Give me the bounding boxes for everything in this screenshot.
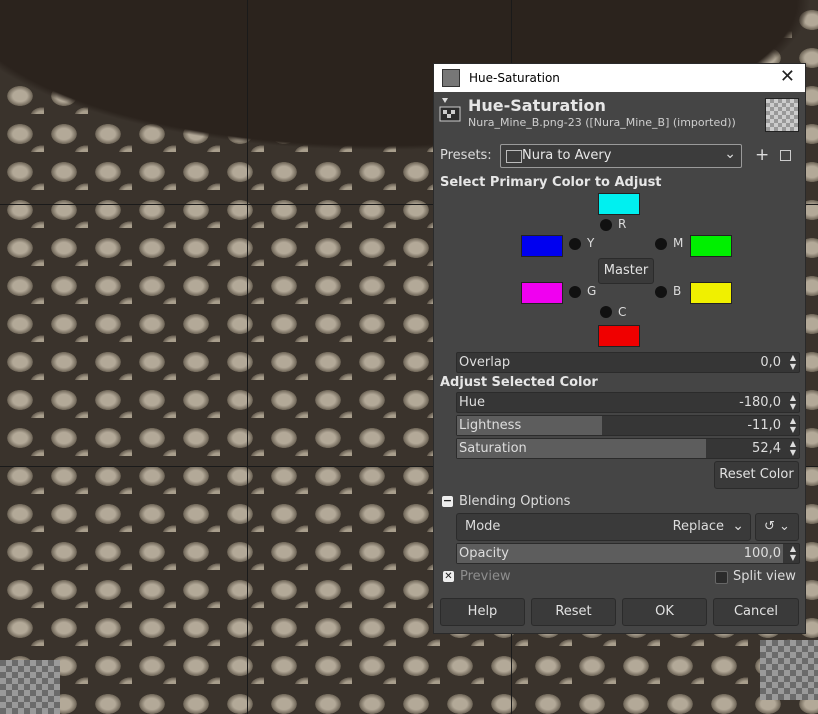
radio-y[interactable] [569,238,581,250]
spin-arrows-icon[interactable]: ▲ ▼ [790,544,796,562]
swatch-b[interactable] [690,282,732,304]
hue-saturation-dialog: Hue-Saturation ✕ Hue-Saturation Nura_Min… [433,63,806,634]
saturation-value: 52,4 [752,441,781,456]
chevron-down-icon: ⌄ [732,518,744,534]
opacity-label: Opacity [459,546,510,561]
reset-space-icon: ↺ ⌄ [764,519,790,534]
spin-arrows-icon[interactable]: ▲ ▼ [790,416,796,434]
radio-g[interactable] [569,286,581,298]
spin-arrows-icon[interactable]: ▲ ▼ [790,353,796,371]
swatch-g[interactable] [521,282,563,304]
label-g: G [587,284,597,298]
label-m: M [673,236,684,250]
presets-row: Presets: Nura to Avery ⌄ + [440,144,800,168]
presets-label: Presets: [440,148,492,163]
swatch-m[interactable] [690,235,732,257]
reset-color-button[interactable]: Reset Color [714,461,799,489]
master-button[interactable]: Master [598,258,654,284]
presets-menu-icon[interactable] [780,150,791,161]
split-view-label: Split view [733,569,796,584]
collapse-icon: − [442,494,453,507]
transparency-checker [0,660,60,714]
blending-options-label: Blending Options [459,494,571,509]
split-view-checkbox[interactable] [715,571,728,584]
presets-dropdown[interactable]: Nura to Avery ⌄ [500,144,742,168]
opacity-spinner[interactable]: Opacity 100,0 ▲ ▼ [456,543,800,564]
spin-arrows-icon[interactable]: ▲ ▼ [790,393,796,411]
hue-label: Hue [459,395,486,410]
gimp-app-icon [442,69,460,87]
radio-m[interactable] [655,238,667,250]
hue-saturation-tool-icon [439,98,461,122]
label-y: Y [587,236,595,250]
radio-r[interactable] [600,219,612,231]
saturation-spinner[interactable]: Saturation 52,4 ▲ ▼ [456,438,800,459]
close-icon[interactable]: ✕ [780,68,795,86]
window-title: Hue-Saturation [469,71,560,85]
swatch-y[interactable] [521,235,563,257]
title-bar[interactable]: Hue-Saturation ✕ [434,64,805,92]
preview-label: Preview [460,569,511,584]
label-r: R [618,217,627,231]
hue-spinner[interactable]: Hue -180,0 ▲ ▼ [456,392,800,413]
mode-dropdown[interactable]: Mode Replace ⌄ [456,513,751,541]
guide-line-vertical [247,0,248,714]
adjust-selected-heading: Adjust Selected Color [440,375,598,390]
preview-checkbox[interactable]: ✕ [443,571,454,582]
overlap-value: 0,0 [760,355,781,370]
image-subtitle: Nura_Mine_B.png-23 ([Nura_Mine_B] (impor… [468,116,736,129]
spin-arrows-icon[interactable]: ▲ ▼ [790,439,796,457]
chevron-down-icon: ⌄ [724,146,736,162]
overlap-spinner[interactable]: Overlap 0,0 ▲ ▼ [456,352,800,373]
preset-icon [506,150,522,163]
mode-value: Replace [672,519,724,534]
primary-color-heading: Select Primary Color to Adjust [440,175,662,190]
dialog-heading: Hue-Saturation [468,96,606,115]
swatch-c[interactable] [598,325,640,347]
cancel-button[interactable]: Cancel [713,598,799,626]
transparency-checker [760,640,818,700]
overlap-label: Overlap [459,355,511,370]
composite-space-button[interactable]: ↺ ⌄ [755,513,799,541]
label-c: C [618,305,627,319]
ok-button[interactable]: OK [622,598,707,626]
help-button[interactable]: Help [440,598,525,626]
radio-c[interactable] [600,306,612,318]
reset-button[interactable]: Reset [531,598,616,626]
add-preset-icon[interactable]: + [755,145,769,165]
presets-value: Nura to Avery [522,148,612,163]
lightness-value: -11,0 [747,418,781,433]
lightness-label: Lightness [459,418,522,433]
lightness-spinner[interactable]: Lightness -11,0 ▲ ▼ [456,415,800,436]
opacity-value: 100,0 [743,546,781,561]
radio-b[interactable] [655,286,667,298]
mode-label: Mode [465,519,501,534]
dialog-header: Hue-Saturation Nura_Mine_B.png-23 ([Nura… [434,94,805,134]
hue-value: -180,0 [739,395,781,410]
saturation-label: Saturation [459,441,527,456]
image-thumbnail [765,98,799,132]
label-b: B [673,284,682,298]
swatch-r[interactable] [598,193,640,215]
